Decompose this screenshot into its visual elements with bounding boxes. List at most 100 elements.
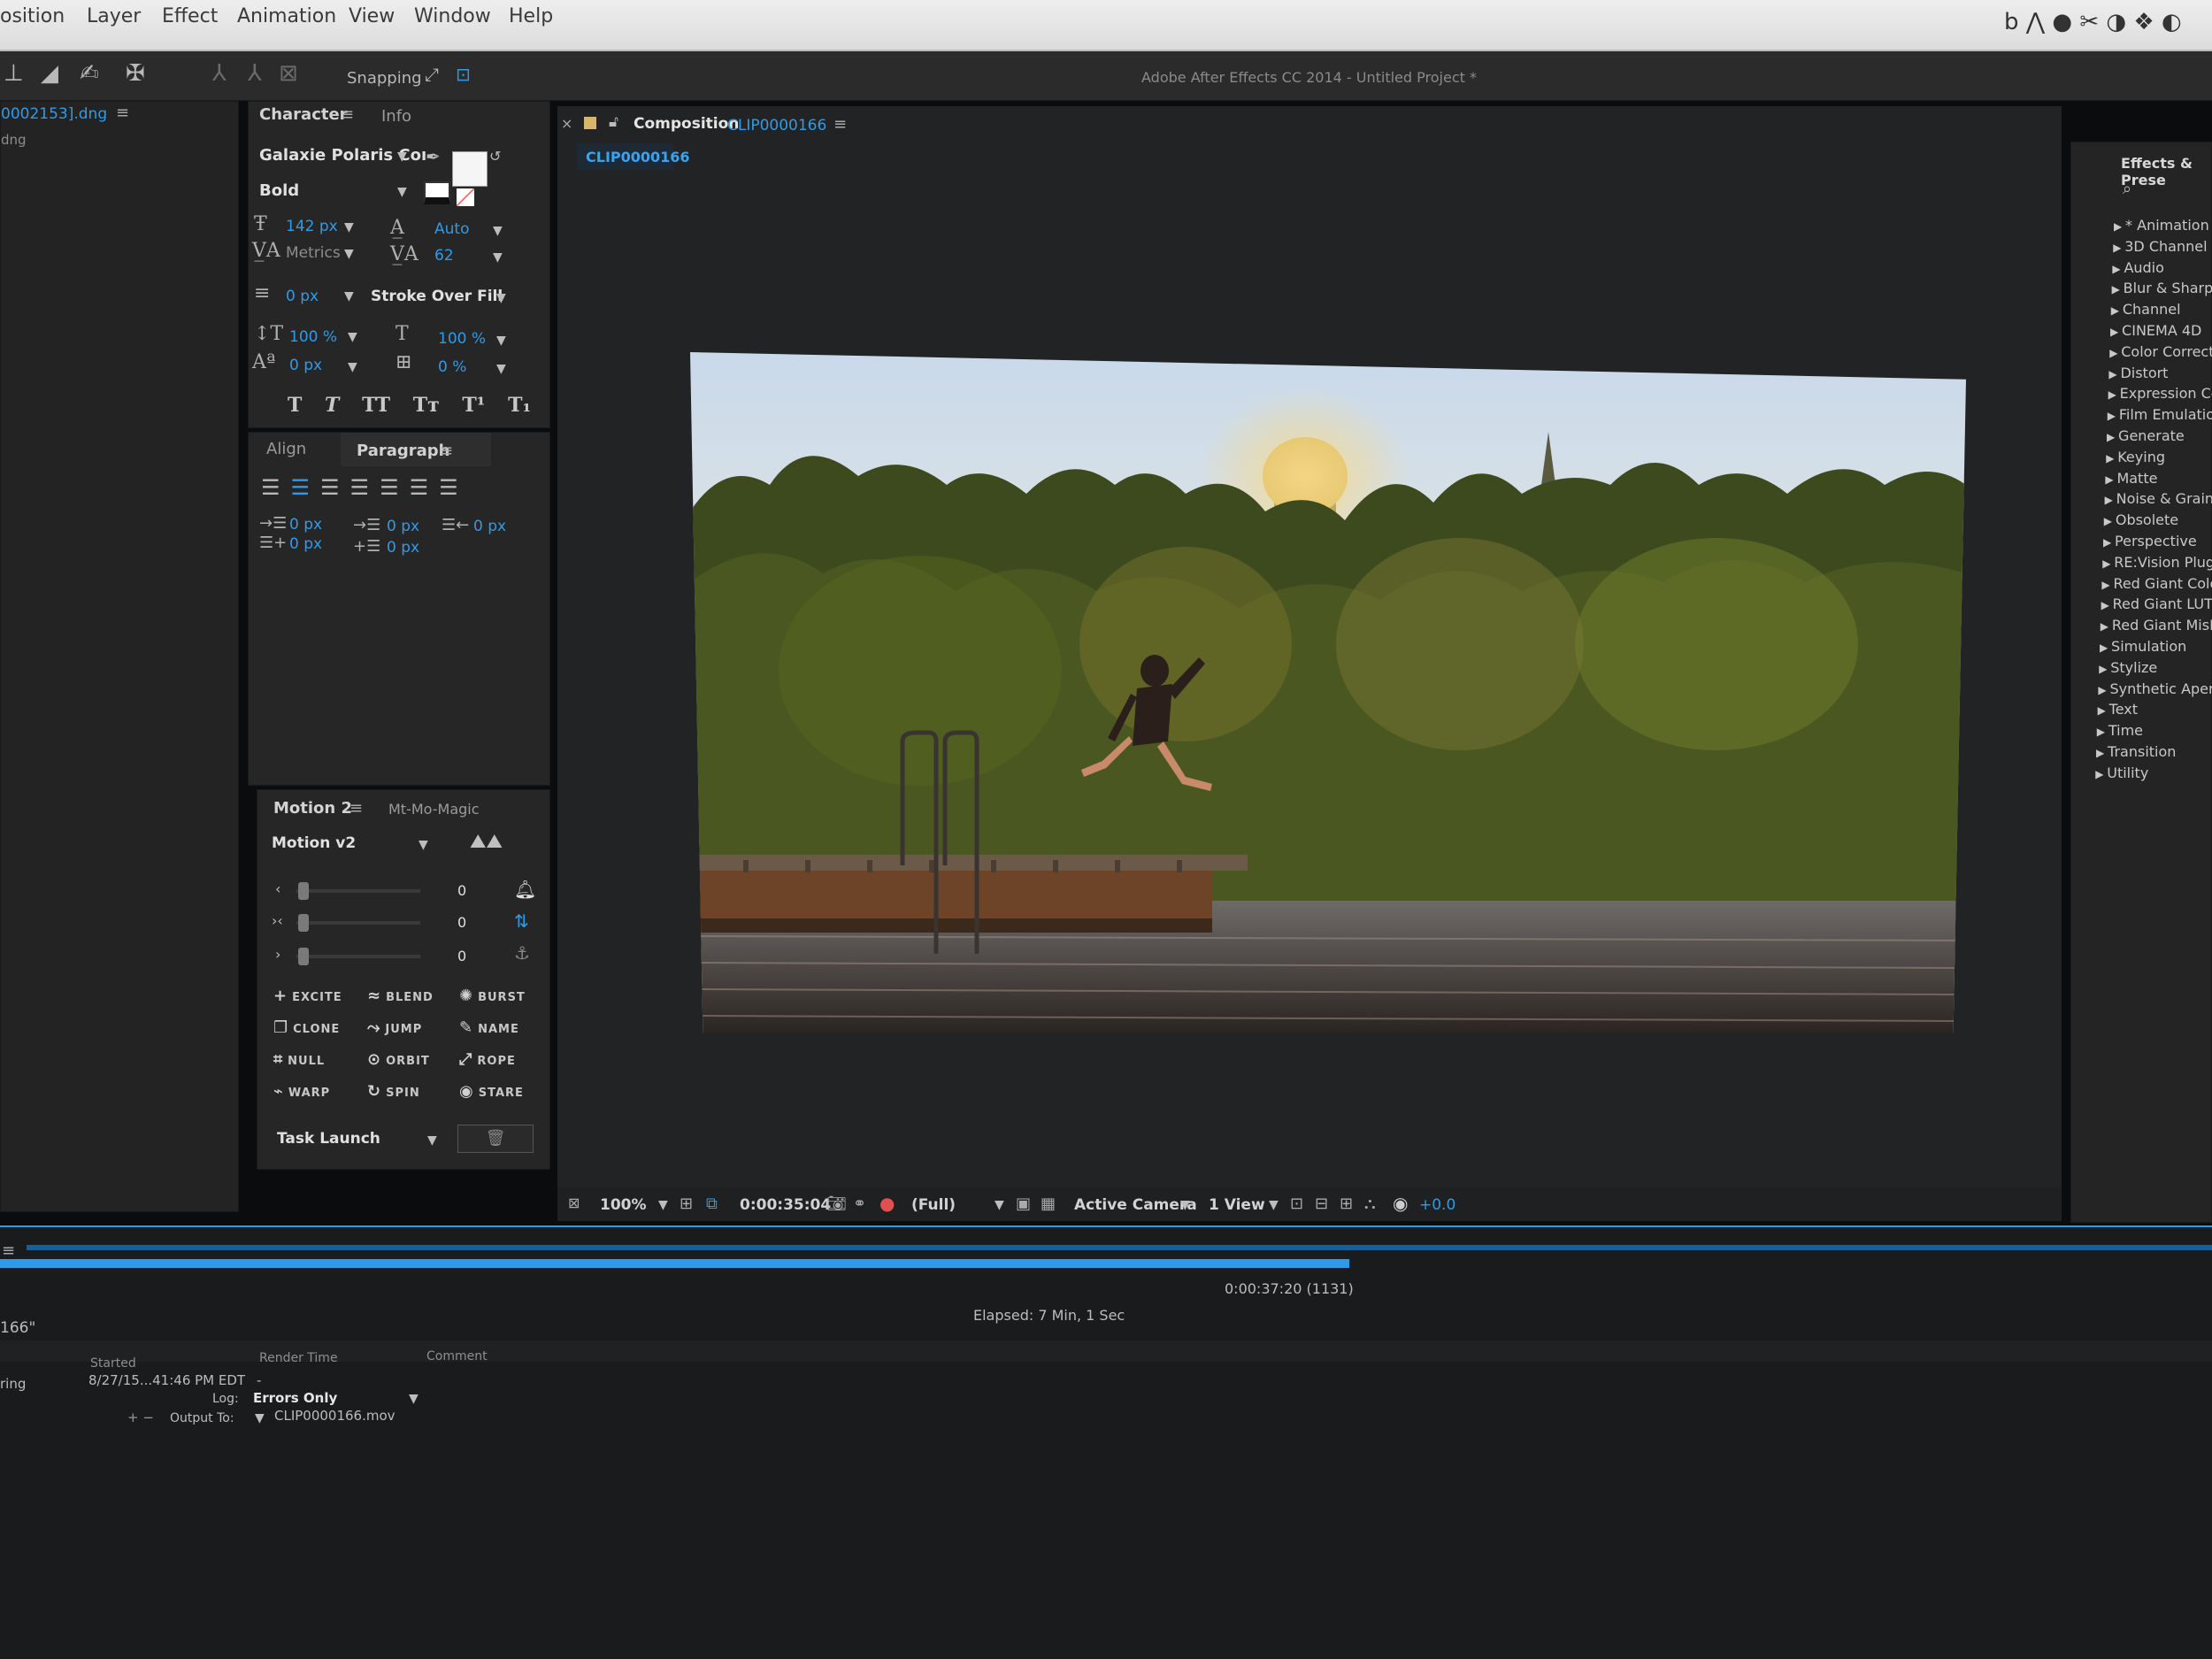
disclosure-triangle-icon[interactable]: ▶ xyxy=(2108,410,2119,422)
menu-layer[interactable]: Layer xyxy=(87,5,141,27)
bell-icon[interactable]: 🔔︎ xyxy=(514,879,536,900)
menu-view[interactable]: View xyxy=(349,5,395,27)
indent-left-field[interactable]: 0 px xyxy=(289,516,322,534)
zoom-select[interactable]: 100% xyxy=(600,1196,647,1214)
all-caps-button[interactable]: TT xyxy=(362,394,390,417)
align-right-icon[interactable]: ☰ xyxy=(320,475,350,500)
axis-view-icon[interactable]: ⊠ xyxy=(279,60,298,87)
disclosure-triangle-icon[interactable]: ▶ xyxy=(2106,452,2117,465)
effects-category[interactable]: ▶ Simulation xyxy=(2100,638,2186,655)
disclosure-triangle-icon[interactable]: ▶ xyxy=(2101,579,2113,591)
always-preview-icon[interactable]: ⊠ xyxy=(568,1194,580,1211)
effects-category[interactable]: ▶ Red Giant LUT B xyxy=(2101,595,2212,612)
snapping-toggle-icon[interactable]: ⤢ xyxy=(425,64,439,85)
kerning-field[interactable]: Metrics xyxy=(286,244,341,262)
slider-handle[interactable] xyxy=(298,882,309,900)
disclosure-triangle-icon[interactable]: ▶ xyxy=(2101,620,2112,633)
chevron-down-icon[interactable]: ▼ xyxy=(255,1411,265,1425)
safe-zones-icon[interactable]: ⊞ xyxy=(680,1194,693,1213)
ease-in-slider[interactable] xyxy=(296,889,420,893)
effects-category[interactable]: ▶ CINEMA 4D xyxy=(2110,322,2201,339)
sort-icon[interactable]: ⇅ xyxy=(514,910,529,932)
comp-tab[interactable]: CLIP0000166 xyxy=(577,143,690,170)
disclosure-triangle-icon[interactable]: ▶ xyxy=(2095,768,2107,780)
stamp-tool-icon[interactable]: ⊥ xyxy=(4,60,24,87)
chevron-down-icon[interactable]: ▼ xyxy=(493,224,503,238)
output-file-link[interactable]: CLIP0000166.mov xyxy=(274,1408,396,1424)
disclosure-triangle-icon[interactable]: ▶ xyxy=(2112,283,2124,296)
subscript-button[interactable]: T₁ xyxy=(508,394,531,417)
disclosure-triangle-icon[interactable]: ▶ xyxy=(2103,536,2115,549)
chevron-down-icon[interactable]: ▼ xyxy=(496,291,506,305)
effects-category[interactable]: ▶ 3D Channel xyxy=(2113,238,2207,255)
eraser-tool-icon[interactable]: ◢ xyxy=(41,60,58,87)
chevron-down-icon[interactable]: ▼ xyxy=(419,838,428,852)
project-menu-icon[interactable]: ≡ xyxy=(116,104,129,122)
lock-icon[interactable]: 🔓︎ xyxy=(609,113,618,131)
effects-category[interactable]: ▶ Generate xyxy=(2107,427,2185,444)
disclosure-triangle-icon[interactable]: ▶ xyxy=(2110,326,2122,338)
rope-button[interactable]: ⤢ ROPE xyxy=(459,1050,516,1069)
disclosure-triangle-icon[interactable]: ▶ xyxy=(2096,747,2108,759)
effects-category[interactable]: ▶ Film Emulation xyxy=(2108,406,2212,423)
jump-button[interactable]: ⤳ JUMP xyxy=(367,1018,422,1037)
burst-button[interactable]: ✺ BURST xyxy=(459,987,526,1005)
baseline-shift-field[interactable]: 0 px xyxy=(289,357,322,374)
horizontal-scale-field[interactable]: 100 % xyxy=(438,330,486,348)
chevron-down-icon[interactable]: ▼ xyxy=(344,247,354,261)
transparency-grid-icon[interactable]: ▦ xyxy=(1041,1194,1056,1213)
composition-name[interactable]: CLIP0000166 xyxy=(727,117,826,134)
indent-right-field[interactable]: 0 px xyxy=(473,518,506,535)
effects-category[interactable]: ▶ Red Giant MisFire xyxy=(2101,617,2212,634)
chevron-down-icon[interactable]: ▼ xyxy=(427,1133,437,1148)
axis-local-icon[interactable]: ⅄ xyxy=(212,60,227,87)
clone-button[interactable]: ❐ CLONE xyxy=(273,1018,340,1037)
effects-category[interactable]: ▶ Color Correctio xyxy=(2109,343,2212,360)
menu-animation[interactable]: Animation xyxy=(237,5,336,27)
motion-preset-select[interactable]: Motion v2 xyxy=(272,834,356,852)
ease-in-value[interactable]: 0 xyxy=(457,882,466,899)
leading-field[interactable]: Auto xyxy=(434,220,469,238)
blend-button[interactable]: ≈ BLEND xyxy=(367,987,434,1005)
anchor-icon[interactable]: ⚓︎ xyxy=(514,942,530,964)
font-style-select[interactable]: Bold xyxy=(259,181,299,200)
no-stroke-swatch[interactable] xyxy=(457,188,474,206)
chevron-down-icon[interactable]: ▼ xyxy=(409,1392,419,1406)
log-select[interactable]: Errors Only xyxy=(253,1390,337,1406)
mask-visibility-icon[interactable]: ⧉ xyxy=(706,1194,718,1213)
chevron-down-icon[interactable]: ▼ xyxy=(1180,1198,1190,1212)
current-time[interactable]: 0:00:35:04 xyxy=(740,1196,831,1214)
camera-select[interactable]: Active Camera xyxy=(1074,1196,1197,1214)
effects-category[interactable]: ▶ Expression Con xyxy=(2108,385,2212,402)
fast-preview-icon[interactable]: ⊟ xyxy=(1315,1194,1328,1213)
null-button[interactable]: ⌗ NULL xyxy=(273,1050,325,1069)
disclosure-triangle-icon[interactable]: ▶ xyxy=(2100,641,2111,654)
effects-category[interactable]: ▶ * Animation P xyxy=(2114,217,2212,234)
chevron-down-icon[interactable]: ▼ xyxy=(1269,1198,1279,1212)
effects-category[interactable]: ▶ Transition xyxy=(2096,743,2176,760)
tab-paragraph[interactable]: Paragraph xyxy=(357,442,450,460)
slider-handle[interactable] xyxy=(298,914,309,932)
faux-bold-button[interactable]: T xyxy=(288,394,302,417)
exposure-value[interactable]: +0.0 xyxy=(1419,1196,1455,1214)
close-icon[interactable]: × xyxy=(561,115,572,132)
effects-category[interactable]: ▶ Channel xyxy=(2111,301,2181,318)
chevron-down-icon[interactable]: ▼ xyxy=(344,289,354,303)
roto-brush-icon[interactable]: ✍ xyxy=(80,60,99,87)
show-snapshot-icon[interactable]: ⚭ xyxy=(853,1194,866,1213)
snapshot-icon[interactable]: 📷︎ xyxy=(826,1194,847,1213)
menu-effect[interactable]: Effect xyxy=(162,5,218,27)
effects-category[interactable]: ▶ Time xyxy=(2097,722,2143,739)
font-size-field[interactable]: 142 px xyxy=(286,218,338,235)
orbit-button[interactable]: ⊙ ORBIT xyxy=(367,1050,430,1069)
tab-info[interactable]: Info xyxy=(381,107,411,126)
ease-out-slider[interactable] xyxy=(296,955,420,958)
chevron-down-icon[interactable]: ▼ xyxy=(493,250,503,265)
effects-category[interactable]: ▶ RE:Vision Plug-i xyxy=(2102,554,2212,571)
effects-category[interactable]: ▶ Keying xyxy=(2106,449,2165,465)
ease-both-value[interactable]: 0 xyxy=(457,914,466,931)
disclosure-triangle-icon[interactable]: ▶ xyxy=(2114,220,2125,233)
effects-category[interactable]: ▶ Obsolete xyxy=(2104,511,2178,528)
menu-help[interactable]: Help xyxy=(509,5,553,27)
effects-category[interactable]: ▶ Red Giant Color xyxy=(2101,575,2212,592)
